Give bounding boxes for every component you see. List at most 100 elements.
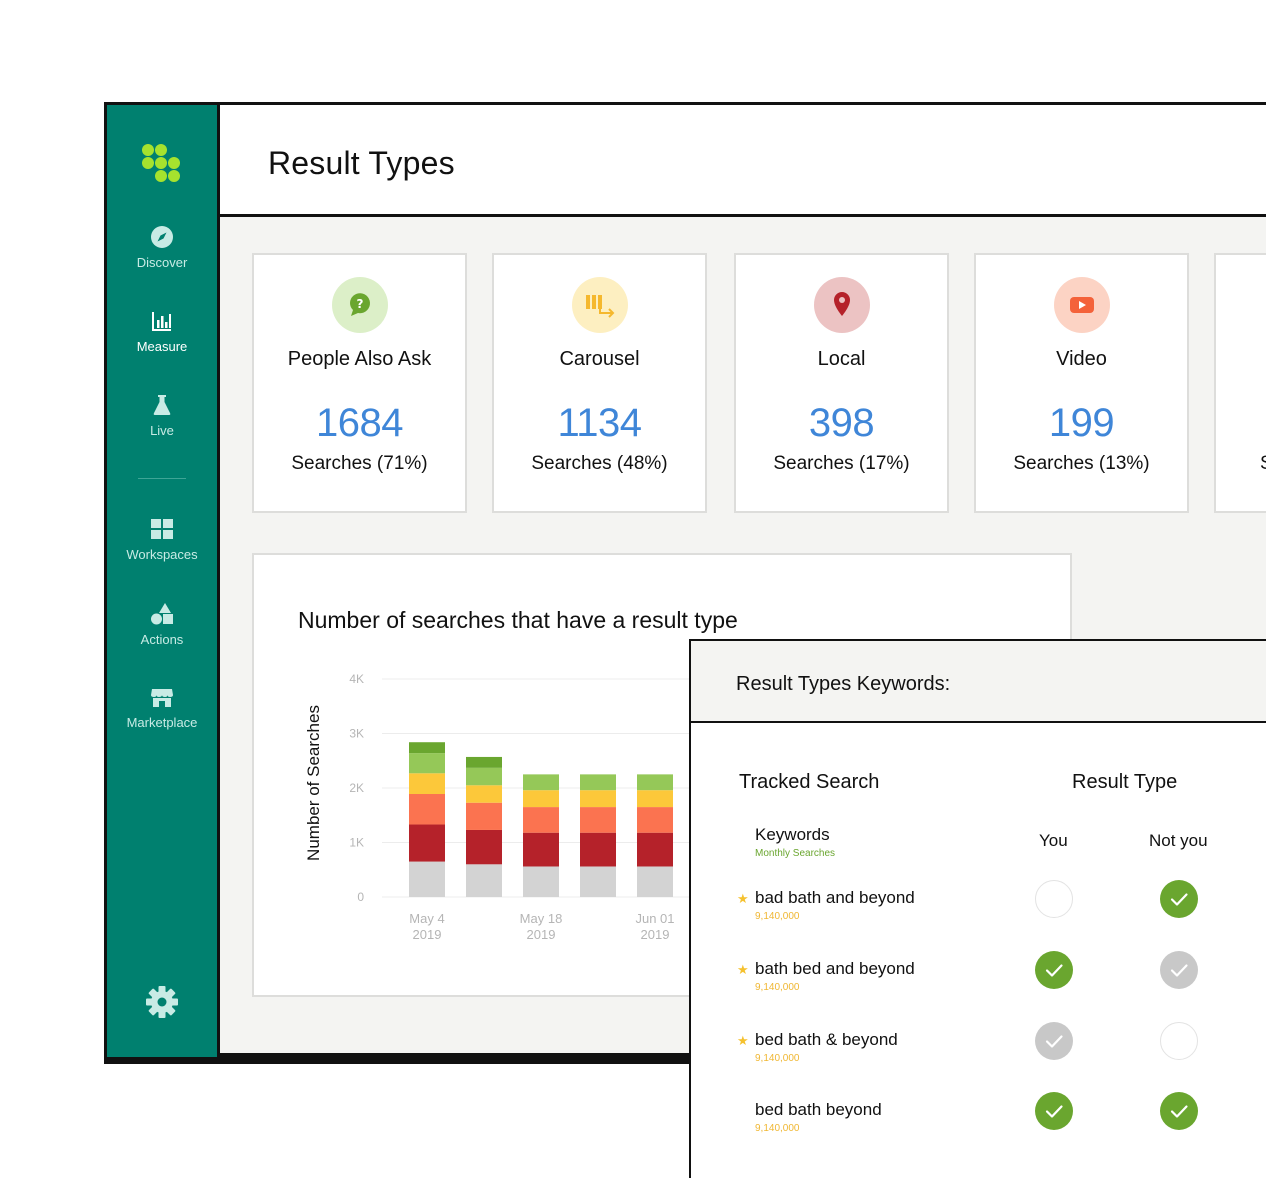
page-title: Result Types xyxy=(268,145,455,181)
card-subtext: Searches (17%) xyxy=(773,453,910,474)
compass-icon xyxy=(151,226,173,248)
keyword-volume: 9,140,000 xyxy=(755,1053,800,1064)
bar-segment xyxy=(409,753,445,774)
page-header: Result Types xyxy=(220,105,1266,217)
col-header-tracked-search: Tracked Search xyxy=(739,771,880,793)
bar-segment xyxy=(466,756,502,768)
gear-icon[interactable] xyxy=(145,985,179,1019)
result-you-check[interactable] xyxy=(1035,880,1073,918)
keyword-name: bad bath and beyond xyxy=(755,888,915,907)
card-subtext: Searches (71%) xyxy=(291,453,428,474)
grid-icon xyxy=(151,519,173,539)
subheader-you: You xyxy=(1039,831,1068,850)
flask-icon xyxy=(153,395,171,415)
card-value: 1684 xyxy=(316,401,403,445)
bar-segment xyxy=(409,773,445,794)
keyword-row: bed bath beyond 9,140,000 xyxy=(691,1092,1266,1160)
subheader-not-you: Not you xyxy=(1149,831,1208,850)
result-you-check[interactable] xyxy=(1035,1022,1073,1060)
play-icon xyxy=(1054,277,1110,333)
store-icon xyxy=(151,689,173,707)
x-tick-label-year: 2019 xyxy=(527,927,556,942)
keyword-name: bed bath beyond xyxy=(755,1100,882,1119)
card-video[interactable]: Video 199 Searches (13%) xyxy=(974,253,1189,513)
y-axis-label: Number of Searches xyxy=(304,705,323,861)
shapes-icon xyxy=(151,603,173,625)
nav-item-marketplace[interactable]: Marketplace xyxy=(107,685,217,730)
card-label: Video xyxy=(1056,348,1107,370)
checkmark-icon xyxy=(1170,964,1188,977)
checkmark-icon xyxy=(1170,1105,1188,1118)
result-not-you-check[interactable] xyxy=(1160,1022,1198,1060)
nav-item-live[interactable]: Live xyxy=(107,393,217,438)
keyword-row: ★ bed bath & beyond 9,140,000 xyxy=(691,1022,1266,1090)
card-subtext: S xyxy=(1260,453,1266,475)
keyword-row: ★ bad bath and beyond 9,140,000 xyxy=(691,880,1266,948)
sidebar: Discover Measure Live Workspaces Actions… xyxy=(107,105,217,1057)
bar-segment xyxy=(580,790,616,808)
star-icon: ★ xyxy=(737,891,749,906)
bar-segment xyxy=(523,832,559,867)
y-tick-label: 4K xyxy=(349,672,364,686)
bar-segment xyxy=(637,807,673,833)
col-header-result-type: Result Type xyxy=(1072,771,1178,793)
keyword-volume: 9,140,000 xyxy=(755,911,800,922)
x-tick-label: Jun 01 xyxy=(635,911,674,926)
result-you-check[interactable] xyxy=(1035,951,1073,989)
result-not-you-check[interactable] xyxy=(1160,1092,1198,1130)
bar-segment xyxy=(409,861,445,897)
star-icon: ★ xyxy=(737,1033,749,1048)
card-partial[interactable]: S xyxy=(1214,253,1266,513)
checkmark-icon xyxy=(1045,964,1063,977)
y-tick-label: 1K xyxy=(349,836,364,850)
nav-label-measure: Measure xyxy=(136,339,188,354)
app-logo[interactable] xyxy=(141,143,185,187)
bar-segment xyxy=(523,774,559,791)
card-label: People Also Ask xyxy=(287,348,432,370)
bar-segment xyxy=(580,774,616,791)
keyword-row: ★ bath bed and beyond 9,140,000 xyxy=(691,951,1266,1019)
x-tick-label: May 4 xyxy=(409,911,444,926)
keywords-panel-title: Result Types Keywords: xyxy=(736,673,951,695)
keyword-volume: 9,140,000 xyxy=(755,1123,800,1134)
nav-label-actions: Actions xyxy=(140,632,184,647)
bar-segment xyxy=(466,864,502,897)
bar-segment xyxy=(637,774,673,791)
card-label: Carousel xyxy=(559,348,640,370)
bar-segment xyxy=(637,790,673,808)
star-icon: ★ xyxy=(737,962,749,977)
bar-segment xyxy=(580,807,616,833)
x-tick-label-year: 2019 xyxy=(413,927,442,942)
y-tick-label: 0 xyxy=(357,890,364,904)
bar-segment xyxy=(466,802,502,830)
bar-segment xyxy=(523,866,559,897)
x-tick-label: May 18 xyxy=(520,911,563,926)
bar-segment xyxy=(637,866,673,897)
nav-item-workspaces[interactable]: Workspaces xyxy=(107,517,217,562)
bar-chart-icon xyxy=(152,312,171,331)
y-tick-label: 2K xyxy=(349,781,364,795)
keywords-panel-header: Result Types Keywords: xyxy=(691,641,1266,723)
nav-divider xyxy=(138,478,186,479)
x-tick-label-year: 2019 xyxy=(641,927,670,942)
checkmark-icon xyxy=(1170,893,1188,906)
nav-item-discover[interactable]: Discover xyxy=(107,225,217,270)
bar-segment xyxy=(409,824,445,862)
card-people-also-ask[interactable]: ? People Also Ask 1684 Searches (71%) xyxy=(252,253,467,513)
nav-item-measure[interactable]: Measure xyxy=(107,309,217,354)
result-not-you-check[interactable] xyxy=(1160,880,1198,918)
card-carousel[interactable]: Carousel 1134 Searches (48%) xyxy=(492,253,707,513)
bar-segment xyxy=(523,790,559,808)
bar-segment xyxy=(466,767,502,786)
question-bubble-icon: ? xyxy=(332,277,388,333)
nav-label-workspaces: Workspaces xyxy=(126,547,198,562)
subheader-monthly-searches: Monthly Searches xyxy=(755,848,836,859)
result-not-you-check[interactable] xyxy=(1160,951,1198,989)
keyword-name: bed bath & beyond xyxy=(755,1030,898,1049)
checkmark-icon xyxy=(1045,1105,1063,1118)
bar-segment xyxy=(580,866,616,897)
card-label: Local xyxy=(817,348,866,370)
result-you-check[interactable] xyxy=(1035,1092,1073,1130)
card-local[interactable]: Local 398 Searches (17%) xyxy=(734,253,949,513)
nav-item-actions[interactable]: Actions xyxy=(107,602,217,647)
